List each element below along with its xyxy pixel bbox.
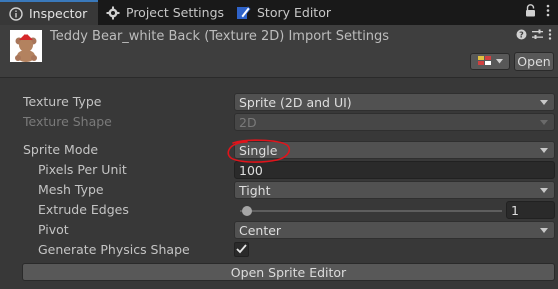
texture-type-label: Texture Type [23,94,102,109]
svg-text:?: ? [519,30,524,39]
pivot-row: Pivot Center [0,220,558,240]
tab-project-settings[interactable]: Project Settings [98,0,228,25]
open-button[interactable]: Open [514,52,554,71]
preset-button[interactable] [470,53,510,70]
dropdown-value: Single [239,142,278,158]
texture-type-dropdown[interactable]: Sprite (2D and UI) [234,93,555,111]
tab-bar-controls [525,0,558,25]
pen-icon [236,5,251,20]
gear-icon [106,5,120,20]
tab-inspector[interactable]: Inspector [0,0,98,25]
generate-physics-shape-checkbox[interactable] [234,242,249,257]
preset-icon [477,55,492,69]
pixels-per-unit-label: Pixels Per Unit [38,162,127,177]
asset-title: Teddy Bear_white Back (Texture 2D) Impor… [50,29,390,44]
header-icons: ? [516,29,552,43]
extrude-edges-slider-track[interactable] [240,210,502,212]
extrude-edges-slider-handle[interactable] [242,206,252,216]
chevron-down-icon [540,228,548,233]
extrude-edges-value-field[interactable]: 1 [506,201,555,219]
info-icon [8,6,23,21]
chevron-down-icon [540,148,548,153]
kebab-menu-icon[interactable] [546,4,550,21]
tab-label: Project Settings [126,5,225,20]
open-sprite-editor-button[interactable]: Open Sprite Editor [22,263,555,281]
texture-shape-label: Texture Shape [23,114,112,129]
chevron-down-icon [540,188,548,193]
dropdown-value: 2D [239,114,257,130]
kebab-menu-icon[interactable] [548,29,552,43]
mesh-type-label: Mesh Type [38,182,104,197]
pixels-per-unit-row: Pixels Per Unit 100 [0,160,558,180]
texture-type-row: Texture Type Sprite (2D and UI) [0,92,558,112]
tab-bar: Inspector Project Settings Story Editor [0,0,558,25]
tab-story-editor[interactable]: Story Editor [228,0,341,25]
dropdown-value: Tight [239,182,271,198]
texture-shape-row: Texture Shape 2D [0,112,558,132]
extrude-edges-row: Extrude Edges 1 [0,200,558,220]
asset-thumbnail [10,30,42,62]
header-divider [0,77,558,78]
sprite-mode-label: Sprite Mode [23,142,99,157]
extrude-edges-label: Extrude Edges [38,202,129,217]
dropdown-value: Sprite (2D and UI) [239,94,352,110]
pixels-per-unit-field[interactable]: 100 [234,161,555,179]
chevron-down-icon [540,120,548,125]
mesh-type-dropdown[interactable]: Tight [234,181,555,199]
sprite-mode-row: Sprite Mode Single [0,140,558,160]
mesh-type-row: Mesh Type Tight [0,180,558,200]
tab-label: Story Editor [257,5,331,20]
generate-physics-shape-label: Generate Physics Shape [38,242,190,257]
lock-icon[interactable] [525,4,536,21]
generate-physics-shape-row: Generate Physics Shape [0,240,558,260]
pivot-dropdown[interactable]: Center [234,221,555,239]
chevron-down-icon [496,57,503,67]
sliders-icon[interactable] [532,29,543,43]
tab-label: Inspector [29,6,88,21]
dropdown-value: Center [239,222,282,238]
sprite-mode-dropdown[interactable]: Single [234,141,555,159]
pivot-label: Pivot [38,222,69,237]
asset-header: Teddy Bear_white Back (Texture 2D) Impor… [0,25,558,77]
help-icon[interactable]: ? [516,29,527,43]
chevron-down-icon [540,100,548,105]
checkmark-icon [236,243,247,257]
texture-shape-dropdown: 2D [234,113,555,131]
